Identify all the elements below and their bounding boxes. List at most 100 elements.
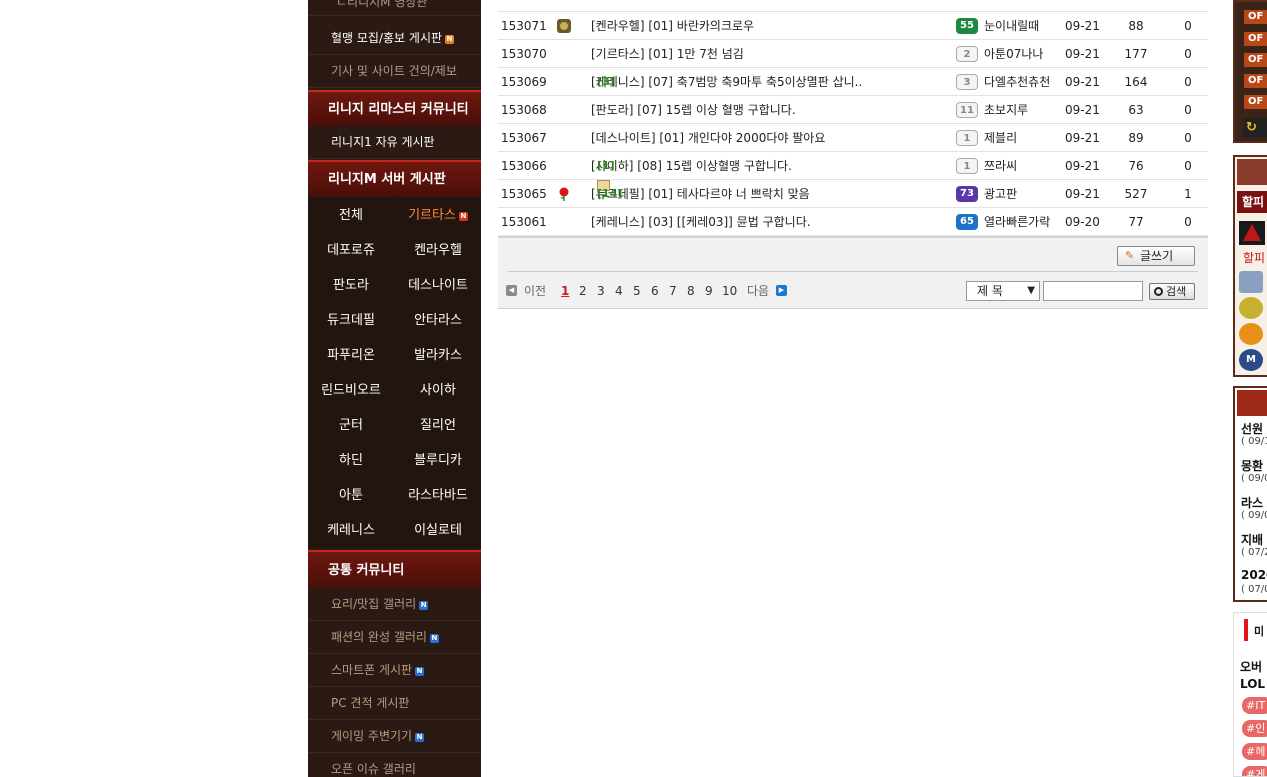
page-link[interactable]: 2 — [579, 282, 587, 300]
table-row[interactable]: 153068 [판도라] [07] 15렙 이상 혈맹 구합니다. 11 초보지… — [498, 96, 1208, 124]
sidebar-link-lineage-m-video[interactable]: ㄴ리니지M 영상관 — [308, 0, 481, 16]
table-row[interactable]: 153065 [듀크데필] [01] 테사다르야 너 쁘락치 맞음 [14] 73… — [498, 180, 1208, 208]
table-row[interactable] — [498, 0, 1208, 12]
sidebar-link-pc-quote[interactable]: PC 견적 게시판 — [308, 687, 481, 720]
new-badge-icon: N — [429, 634, 439, 643]
off-status-button[interactable]: OF — [1244, 95, 1267, 109]
author-nickname[interactable]: 쯔라씨 — [984, 152, 1017, 180]
table-row[interactable]: 153071 [켄라우헬] [01] 바란카의크로우 55 눈이내릴때 09-2… — [498, 12, 1208, 40]
server-kerenis[interactable]: 케레니스 — [308, 513, 394, 548]
recommend-count: 0 — [1184, 19, 1192, 33]
author-nickname[interactable]: 아툰07나나 — [984, 40, 1043, 68]
next-arrow-icon[interactable]: ▶ — [776, 285, 787, 296]
sidebar-link-gaming-gear[interactable]: 게이밍 주변기기 N — [308, 720, 481, 753]
off-status-button[interactable]: OF — [1244, 53, 1267, 67]
search-button[interactable]: 검색 — [1149, 283, 1195, 300]
new-badge-icon: N — [415, 667, 425, 676]
server-papurion[interactable]: 파푸리온 — [308, 338, 394, 373]
mana-icon[interactable]: M — [1239, 349, 1263, 371]
sidebar-link-food-gallery[interactable]: 요리/맛집 갤러리 N — [308, 588, 481, 621]
server-hadin[interactable]: 하딘 — [308, 443, 394, 478]
new-badge-icon: N — [415, 733, 425, 742]
news-title[interactable]: 라스 — [1241, 494, 1263, 511]
server-atun[interactable]: 아툰 — [308, 478, 394, 513]
item-thumbnail-icon[interactable] — [1239, 221, 1265, 245]
sidebar-link-clan-recruit[interactable]: 혈맹 모집/홍보 게시판 N — [308, 22, 481, 55]
next-page-link[interactable]: 다음 — [747, 282, 769, 300]
page-link[interactable]: 1 — [561, 282, 569, 300]
news-title[interactable]: 지배 — [1241, 531, 1263, 548]
search-input[interactable] — [1043, 281, 1143, 301]
server-isilote[interactable]: 이실로테 — [395, 513, 481, 548]
server-deporoju[interactable]: 데포로쥬 — [308, 233, 394, 268]
server-giltas[interactable]: 기르타스 N — [395, 198, 481, 233]
comment-count: [3] — [597, 75, 615, 88]
coin-icon[interactable] — [1239, 297, 1263, 319]
search-field-select[interactable]: 제 목 ▼ — [966, 281, 1040, 301]
refresh-icon[interactable]: ↻ — [1243, 118, 1267, 138]
server-zillian[interactable]: 질리언 — [395, 408, 481, 443]
server-lindvior[interactable]: 린드비오르 — [308, 373, 394, 408]
table-row[interactable]: 153067 [데스나이트] [01] 개인다야 2000다야 팔아요 1 제블… — [498, 124, 1208, 152]
page-link[interactable]: 8 — [687, 282, 695, 300]
author-nickname[interactable]: 초보지루 — [984, 96, 1028, 124]
off-status-button[interactable]: OF — [1244, 74, 1267, 88]
sidebar-link-remaster-free[interactable]: 리니지1 자유 게시판 — [308, 126, 481, 159]
page-link[interactable]: 3 — [597, 282, 605, 300]
table-row[interactable]: 153070 [기르타스] [01] 1만 7천 넘김 2 아툰07나나 09-… — [498, 40, 1208, 68]
hot-item-name[interactable]: 할피 — [1243, 249, 1265, 266]
sidebar-link-fashion-gallery[interactable]: 패션의 완성 갤러리 N — [308, 621, 481, 654]
hashtag-link[interactable]: #게 — [1242, 766, 1267, 776]
server-dukedefil[interactable]: 듀크데필 — [308, 303, 394, 338]
level-badge-icon: 73 — [956, 186, 978, 202]
table-row[interactable]: 153061 [케레니스] [03] [[케레03]] 뮨법 구합니다. 65 … — [498, 208, 1208, 236]
write-button[interactable]: ✎ 글쓰기 — [1117, 246, 1195, 266]
server-kenrauhel[interactable]: 켄라우헬 — [395, 233, 481, 268]
recommend-count: 0 — [1184, 215, 1192, 229]
off-status-button[interactable]: OF — [1244, 10, 1267, 24]
server-antaras[interactable]: 안타라스 — [395, 303, 481, 338]
prev-page-link[interactable]: 이전 — [524, 282, 546, 300]
hashtag-link[interactable]: #인 — [1242, 720, 1267, 737]
table-row[interactable]: 153069 [케레니스] [07] 축7범망 축9마투 축5이상멸판 삽니..… — [498, 68, 1208, 96]
author-nickname[interactable]: 눈이내릴때 — [984, 12, 1039, 40]
page-link[interactable]: 6 — [651, 282, 659, 300]
level-badge-icon: 11 — [956, 102, 978, 118]
ad-line[interactable]: 오버 — [1240, 658, 1262, 675]
page-link[interactable]: 4 — [615, 282, 623, 300]
page-link[interactable]: 5 — [633, 282, 641, 300]
page-link[interactable]: 9 — [705, 282, 713, 300]
gem-icon[interactable] — [1239, 271, 1263, 293]
server-all[interactable]: 전체 — [308, 198, 394, 233]
hashtag-link[interactable]: #IT — [1242, 697, 1267, 714]
server-bluedika[interactable]: 블루디카 — [395, 443, 481, 478]
sidebar-heading-common: 공통 커뮤니티 — [308, 550, 481, 588]
ring-icon[interactable] — [1239, 323, 1263, 345]
news-title[interactable]: 2020 — [1241, 568, 1267, 582]
off-status-button[interactable]: OF — [1244, 32, 1267, 46]
server-deathknight[interactable]: 데스나이트 — [395, 268, 481, 303]
prev-arrow-icon[interactable]: ◀ — [506, 285, 517, 296]
table-row[interactable]: 153066 [사이하] [08] 15렙 이상혈맹 구합니다. [1] 1 쯔라… — [498, 152, 1208, 180]
server-pandora[interactable]: 판도라 — [308, 268, 394, 303]
author-nickname[interactable]: 제블리 — [984, 124, 1017, 152]
page-link[interactable]: 7 — [669, 282, 677, 300]
sidebar-link-open-issue[interactable]: 오픈 이슈 갤러리 — [308, 753, 481, 777]
author-nickname[interactable]: 열라빠른가락 — [984, 208, 1050, 236]
hashtag-link[interactable]: #헤 — [1242, 743, 1267, 760]
server-saiha[interactable]: 사이하 — [395, 373, 481, 408]
news-title[interactable]: 몽환 — [1241, 457, 1263, 474]
server-valakas[interactable]: 발라카스 — [395, 338, 481, 373]
page-link[interactable]: 10 — [722, 282, 737, 300]
news-title[interactable]: 선원 — [1241, 420, 1263, 437]
ad-line[interactable]: LOL — [1240, 677, 1265, 691]
post-number: 153068 — [501, 103, 547, 117]
sidebar-link-suggestions[interactable]: 기사 및 사이트 건의/제보 — [308, 55, 481, 88]
sidebar-link-smartphone[interactable]: 스마트폰 게시판 N — [308, 654, 481, 687]
server-rastabad[interactable]: 라스타바드 — [395, 478, 481, 513]
server-gunter[interactable]: 군터 — [308, 408, 394, 443]
author-nickname[interactable]: 다엘추천츄천 — [984, 68, 1050, 96]
author-nickname[interactable]: 광고판 — [984, 180, 1017, 208]
search-icon — [1154, 287, 1163, 296]
news-widget: 선원 ( 09/1 몽환 ( 09/0 라스 ( 09/0 지배 ( 07/2 … — [1233, 386, 1267, 602]
